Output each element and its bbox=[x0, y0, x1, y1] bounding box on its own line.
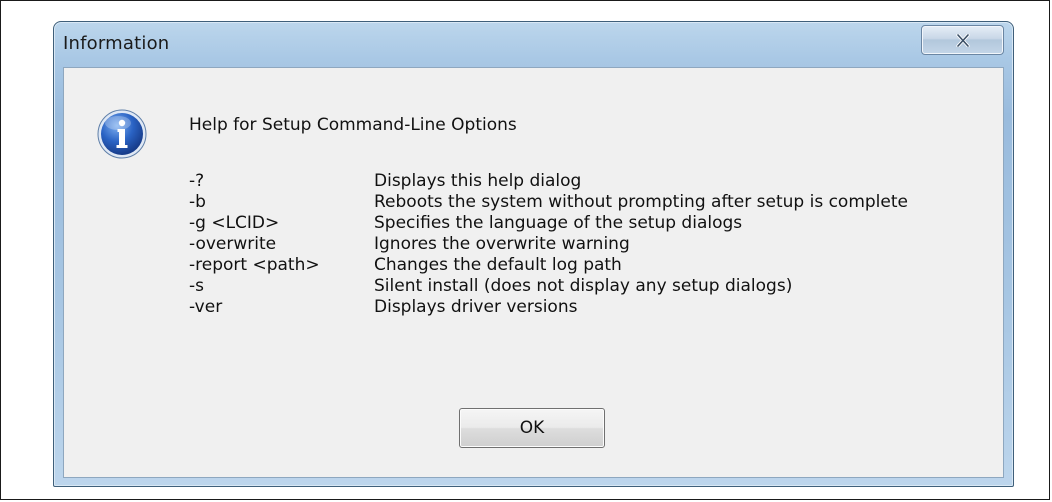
option-description: Ignores the overwrite warning bbox=[374, 234, 630, 254]
option-flag: -overwrite bbox=[189, 234, 277, 254]
option-flag: -report <path> bbox=[189, 255, 320, 275]
window-title: Information bbox=[63, 33, 170, 54]
option-description: Changes the default log path bbox=[374, 255, 622, 275]
option-description: Displays this help dialog bbox=[374, 171, 582, 191]
ok-button[interactable]: OK bbox=[459, 408, 605, 448]
option-description: Displays driver versions bbox=[374, 297, 578, 317]
option-flag: -ver bbox=[189, 297, 223, 317]
screenshot-frame: Information Help for Setup Command-Line … bbox=[0, 0, 1050, 500]
option-description: Reboots the system without prompting aft… bbox=[374, 192, 908, 212]
dialog-heading: Help for Setup Command-Line Options bbox=[189, 115, 517, 135]
option-flag: -? bbox=[189, 171, 205, 191]
option-flag: -b bbox=[189, 192, 206, 212]
close-button[interactable] bbox=[921, 25, 1004, 55]
option-flag: -s bbox=[189, 276, 204, 296]
option-description: Silent install (does not display any set… bbox=[374, 276, 793, 296]
information-icon bbox=[97, 109, 147, 159]
close-icon bbox=[955, 33, 970, 47]
information-dialog: Information Help for Setup Command-Line … bbox=[53, 21, 1014, 487]
option-description: Specifies the language of the setup dial… bbox=[374, 213, 743, 233]
dialog-body: Help for Setup Command-Line Options -? D… bbox=[63, 67, 1004, 478]
option-flag: -g <LCID> bbox=[189, 213, 280, 233]
